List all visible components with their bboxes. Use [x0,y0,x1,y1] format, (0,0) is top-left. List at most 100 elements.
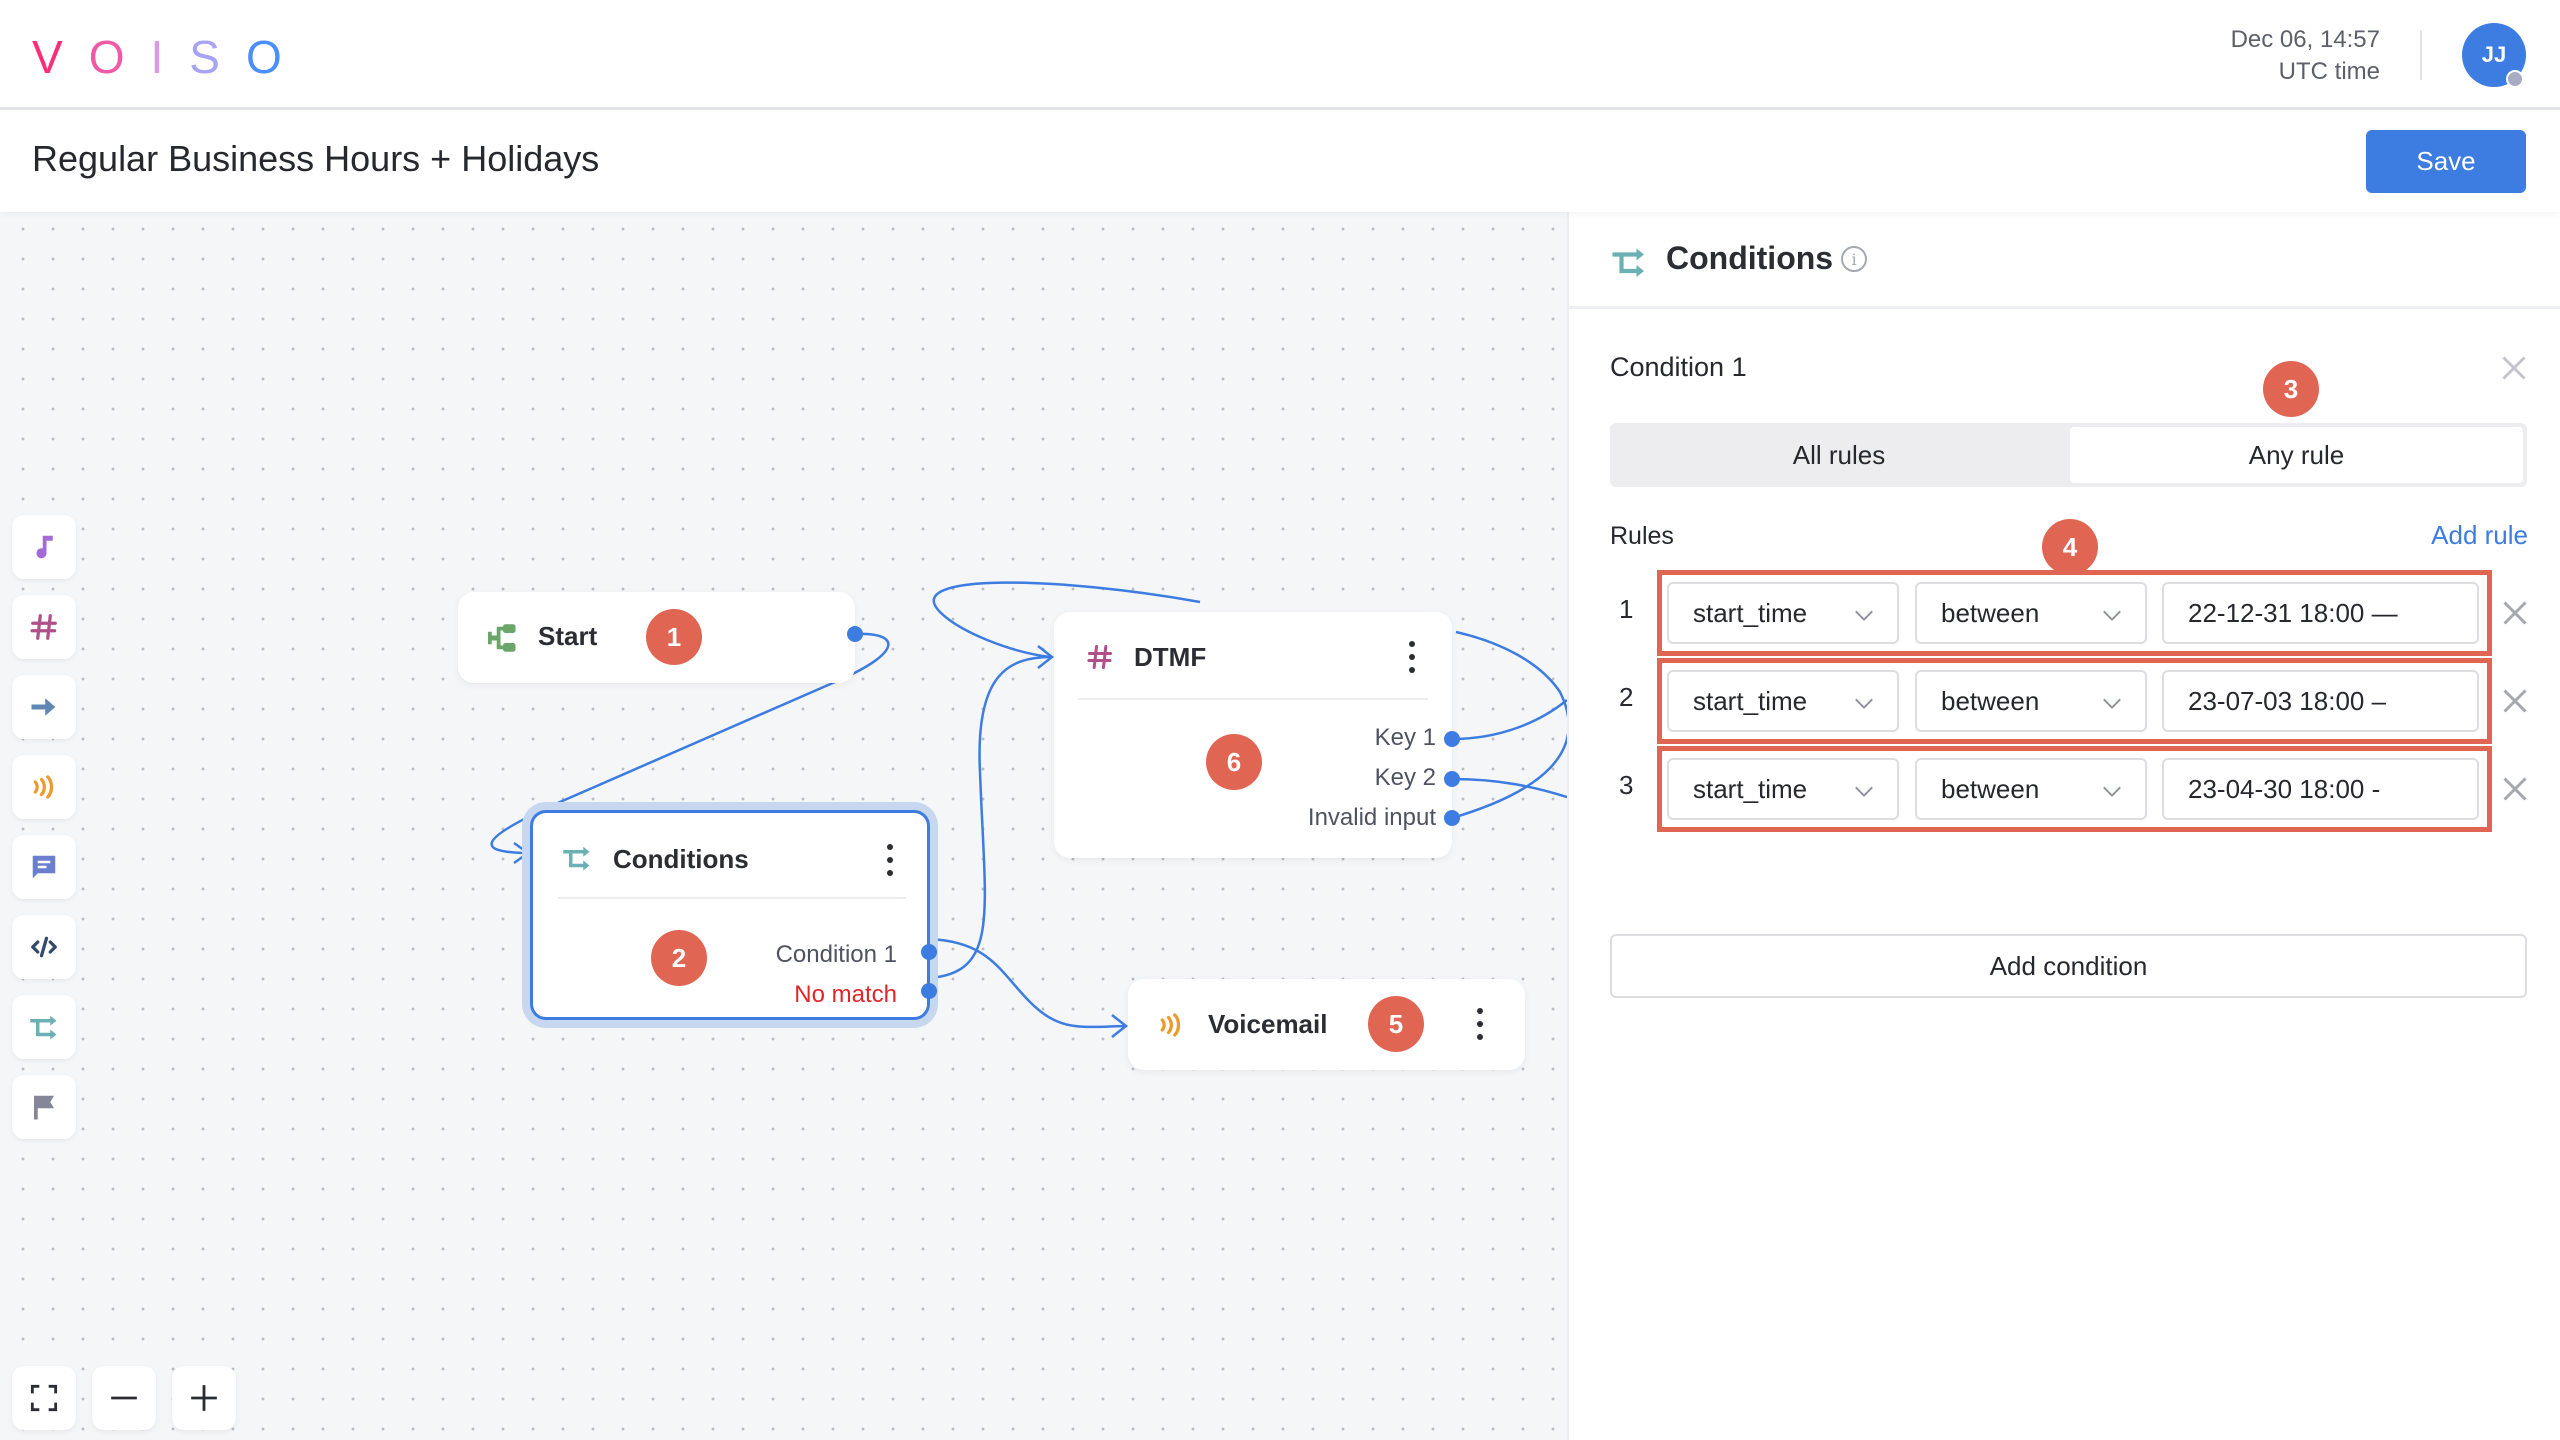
zoom-out-button[interactable] [92,1366,156,1430]
node-conditions[interactable]: Conditions 2 Condition 1 No match [530,810,937,1020]
rule-operator-select[interactable]: between [1915,758,2147,820]
tool-conditions[interactable] [12,995,76,1059]
rule-field-select[interactable]: start_time [1667,582,1899,644]
node-divider [1078,698,1428,700]
match-mode-any-rule[interactable]: Any rule [2070,427,2523,483]
output-port-key-1[interactable] [1444,731,1460,747]
top-bar: V O I S O Dec 06, 14:57 UTC time JJ [0,0,2560,110]
node-start[interactable]: Start 1 [458,592,863,683]
logo-letter: S [189,31,222,83]
rule-value-input[interactable]: 22-12-31 18:00 — [2162,582,2479,644]
rule-value-input[interactable]: 23-07-03 18:00 – [2162,670,2479,732]
logo-letter: V [32,31,65,83]
info-icon[interactable]: i [1841,246,1867,272]
select-value: start_time [1693,773,1808,804]
zoom-in-button[interactable] [172,1366,236,1430]
chevron-down-icon [2103,698,2121,709]
node-title: Conditions [613,844,749,874]
panel-header: Conditions i [1569,212,2560,309]
chevron-down-icon [1855,610,1873,621]
tool-end[interactable] [12,1075,76,1139]
select-value: start_time [1693,685,1808,716]
tool-voicemail[interactable] [12,755,76,819]
node-title: DTMF [1134,642,1207,672]
node-more-menu[interactable] [880,840,900,880]
clock: Dec 06, 14:57 UTC time [2231,24,2380,88]
connection-nomatch-to-dtmf [929,655,1053,980]
arrowhead [513,841,531,865]
rules-label: Rules [1610,522,1674,550]
tool-code[interactable] [12,915,76,979]
connection-invalid-out [1451,630,1567,820]
logo-letter: O [88,31,127,83]
conditions-icon [1612,248,1644,277]
flag-icon [34,1095,54,1120]
panel-title: Conditions [1666,240,1834,276]
chevron-down-icon [2103,786,2121,797]
rule-value-input[interactable]: 23-04-30 18:00 - [2162,758,2479,820]
match-mode-toggle: All rules Any rule [1610,423,2527,487]
tool-play-audio[interactable] [12,515,76,579]
output-port-no-match[interactable] [921,983,937,999]
rule-row: 2 start_time between 23-07-03 18:00 – [1569,658,2560,744]
condition-label: Condition 1 [1610,352,1747,382]
port-label-invalid-input: Invalid input [1307,804,1436,831]
remove-rule-close-icon[interactable] [2497,683,2533,719]
rule-operator-select[interactable]: between [1915,670,2147,732]
node-more-menu[interactable] [1470,1004,1490,1044]
node-title: Start [538,621,598,651]
output-port-key-2[interactable] [1444,771,1460,787]
select-value: start_time [1693,597,1808,628]
chevron-down-icon [2103,610,2121,621]
tool-message[interactable] [12,835,76,899]
conditions-icon [30,1015,57,1040]
annotation-badge: 5 [1368,996,1424,1052]
rule-operator-select[interactable]: between [1915,582,2147,644]
minus-icon [111,1396,137,1400]
remove-rule-close-icon[interactable] [2497,771,2533,807]
node-title: Voicemail [1208,1009,1328,1039]
port-label-key-2: Key 2 [1374,764,1436,791]
arrowhead [1111,1014,1129,1038]
remove-condition-close-icon[interactable] [2496,350,2532,386]
rule-field-select[interactable]: start_time [1667,670,1899,732]
conditions-panel: Conditions i Condition 1 3 All rules Any… [1567,212,2560,1440]
output-port[interactable] [847,626,863,642]
tool-transfer[interactable] [12,675,76,739]
plus-icon [191,1385,217,1411]
voiso-logo[interactable]: V O I S O [32,30,284,83]
node-dtmf[interactable]: DTMF 6 Key 1 Key 2 Invalid input [1054,612,1460,858]
node-voicemail[interactable]: Voicemail 5 [1128,979,1525,1070]
select-value: between [1941,597,2040,628]
output-port-invalid-input[interactable] [1444,810,1460,826]
page-title: Regular Business Hours + Holidays [32,138,600,179]
port-label-key-1: Key 1 [1374,724,1436,751]
rule-field-select[interactable]: start_time [1667,758,1899,820]
tool-dtmf[interactable] [12,595,76,659]
add-rule-link[interactable]: Add rule [2431,520,2528,551]
clock-timezone: UTC time [2278,58,2380,85]
match-mode-all-rules[interactable]: All rules [1614,427,2064,483]
chevron-down-icon [1855,786,1873,797]
fit-to-screen-button[interactable] [12,1366,76,1430]
logo-letter: I [150,31,166,83]
flow-canvas[interactable]: Start 1 Conditions 2 Condition 1 No matc… [0,212,1567,1440]
annotation-badge: 6 [1206,734,1262,790]
remove-rule-close-icon[interactable] [2497,595,2533,631]
annotation-badge: 2 [651,930,707,986]
connection-condition1-to-voicemail [929,937,1127,1029]
add-condition-button[interactable]: Add condition [1610,934,2527,998]
port-label-condition-1: Condition 1 [775,941,897,968]
user-status-indicator [2506,70,2524,88]
connection-key2-out [1451,777,1567,799]
code-icon [31,936,57,958]
node-more-menu[interactable] [1402,637,1422,677]
start-tree-icon [488,624,516,652]
save-button[interactable]: Save [2366,130,2526,193]
voicemail-waves-icon [1160,1013,1181,1037]
clock-date-time: Dec 06, 14:57 [2230,26,2380,53]
output-port-condition-1[interactable] [921,944,937,960]
select-value: between [1941,773,2040,804]
chevron-down-icon [1855,698,1873,709]
fit-screen-icon [30,1384,58,1412]
